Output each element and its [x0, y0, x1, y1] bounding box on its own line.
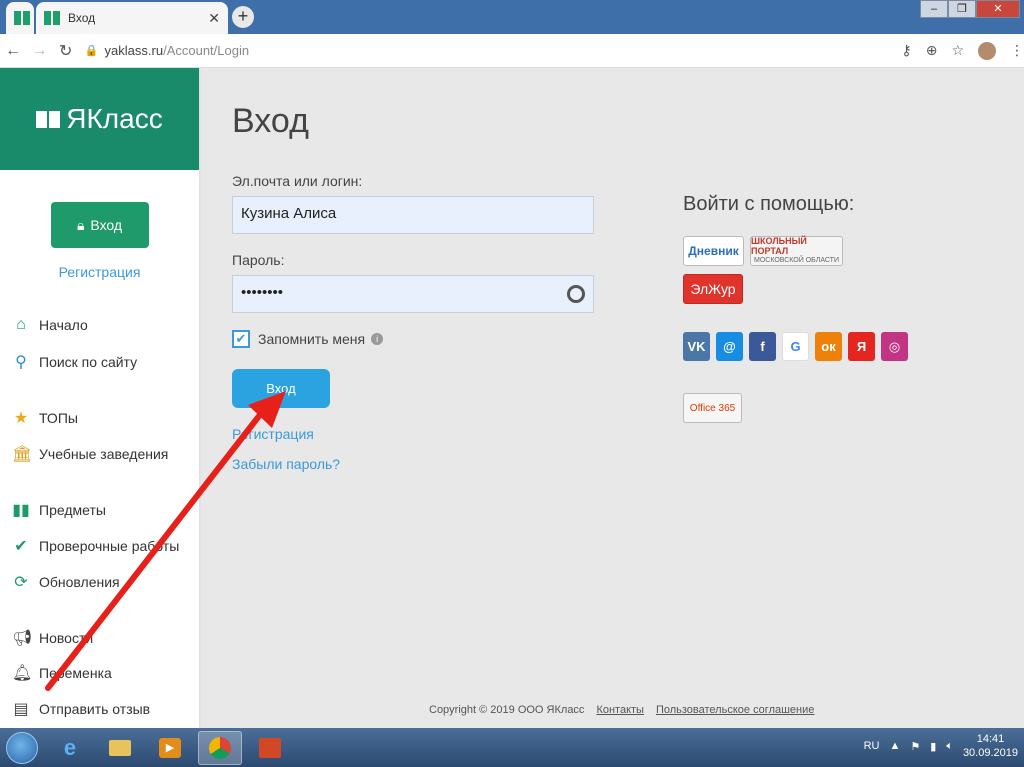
clock-time: 14:41 — [976, 733, 1005, 745]
powerpoint-icon[interactable] — [248, 731, 292, 765]
clock-date: 30.09.2019 — [962, 747, 1018, 759]
system-tray: RU ▲ ⚑ ▮ 🔈︎ 14:41 30.09.2019 — [864, 732, 1018, 760]
internet-explorer-icon[interactable]: e — [48, 731, 92, 765]
start-button[interactable] — [6, 732, 38, 764]
volume-icon[interactable]: 🔈︎ — [946, 740, 953, 753]
battery-icon[interactable]: ▮ — [930, 740, 936, 753]
clock[interactable]: 14:41 30.09.2019 — [963, 732, 1018, 760]
chrome-icon[interactable] — [198, 731, 242, 765]
annotation-arrow — [45, 391, 286, 691]
windows-taskbar: e ▶ RU ▲ ⚑ ▮ 🔈︎ 14:41 30.09.2019 — [0, 728, 1024, 767]
language-indicator[interactable]: RU — [864, 740, 880, 752]
flag-icon[interactable]: ⚑ — [910, 740, 920, 753]
media-player-icon[interactable]: ▶ — [148, 731, 192, 765]
file-explorer-icon[interactable] — [98, 731, 142, 765]
show-hidden-icons-icon[interactable]: ▲ — [890, 740, 901, 752]
